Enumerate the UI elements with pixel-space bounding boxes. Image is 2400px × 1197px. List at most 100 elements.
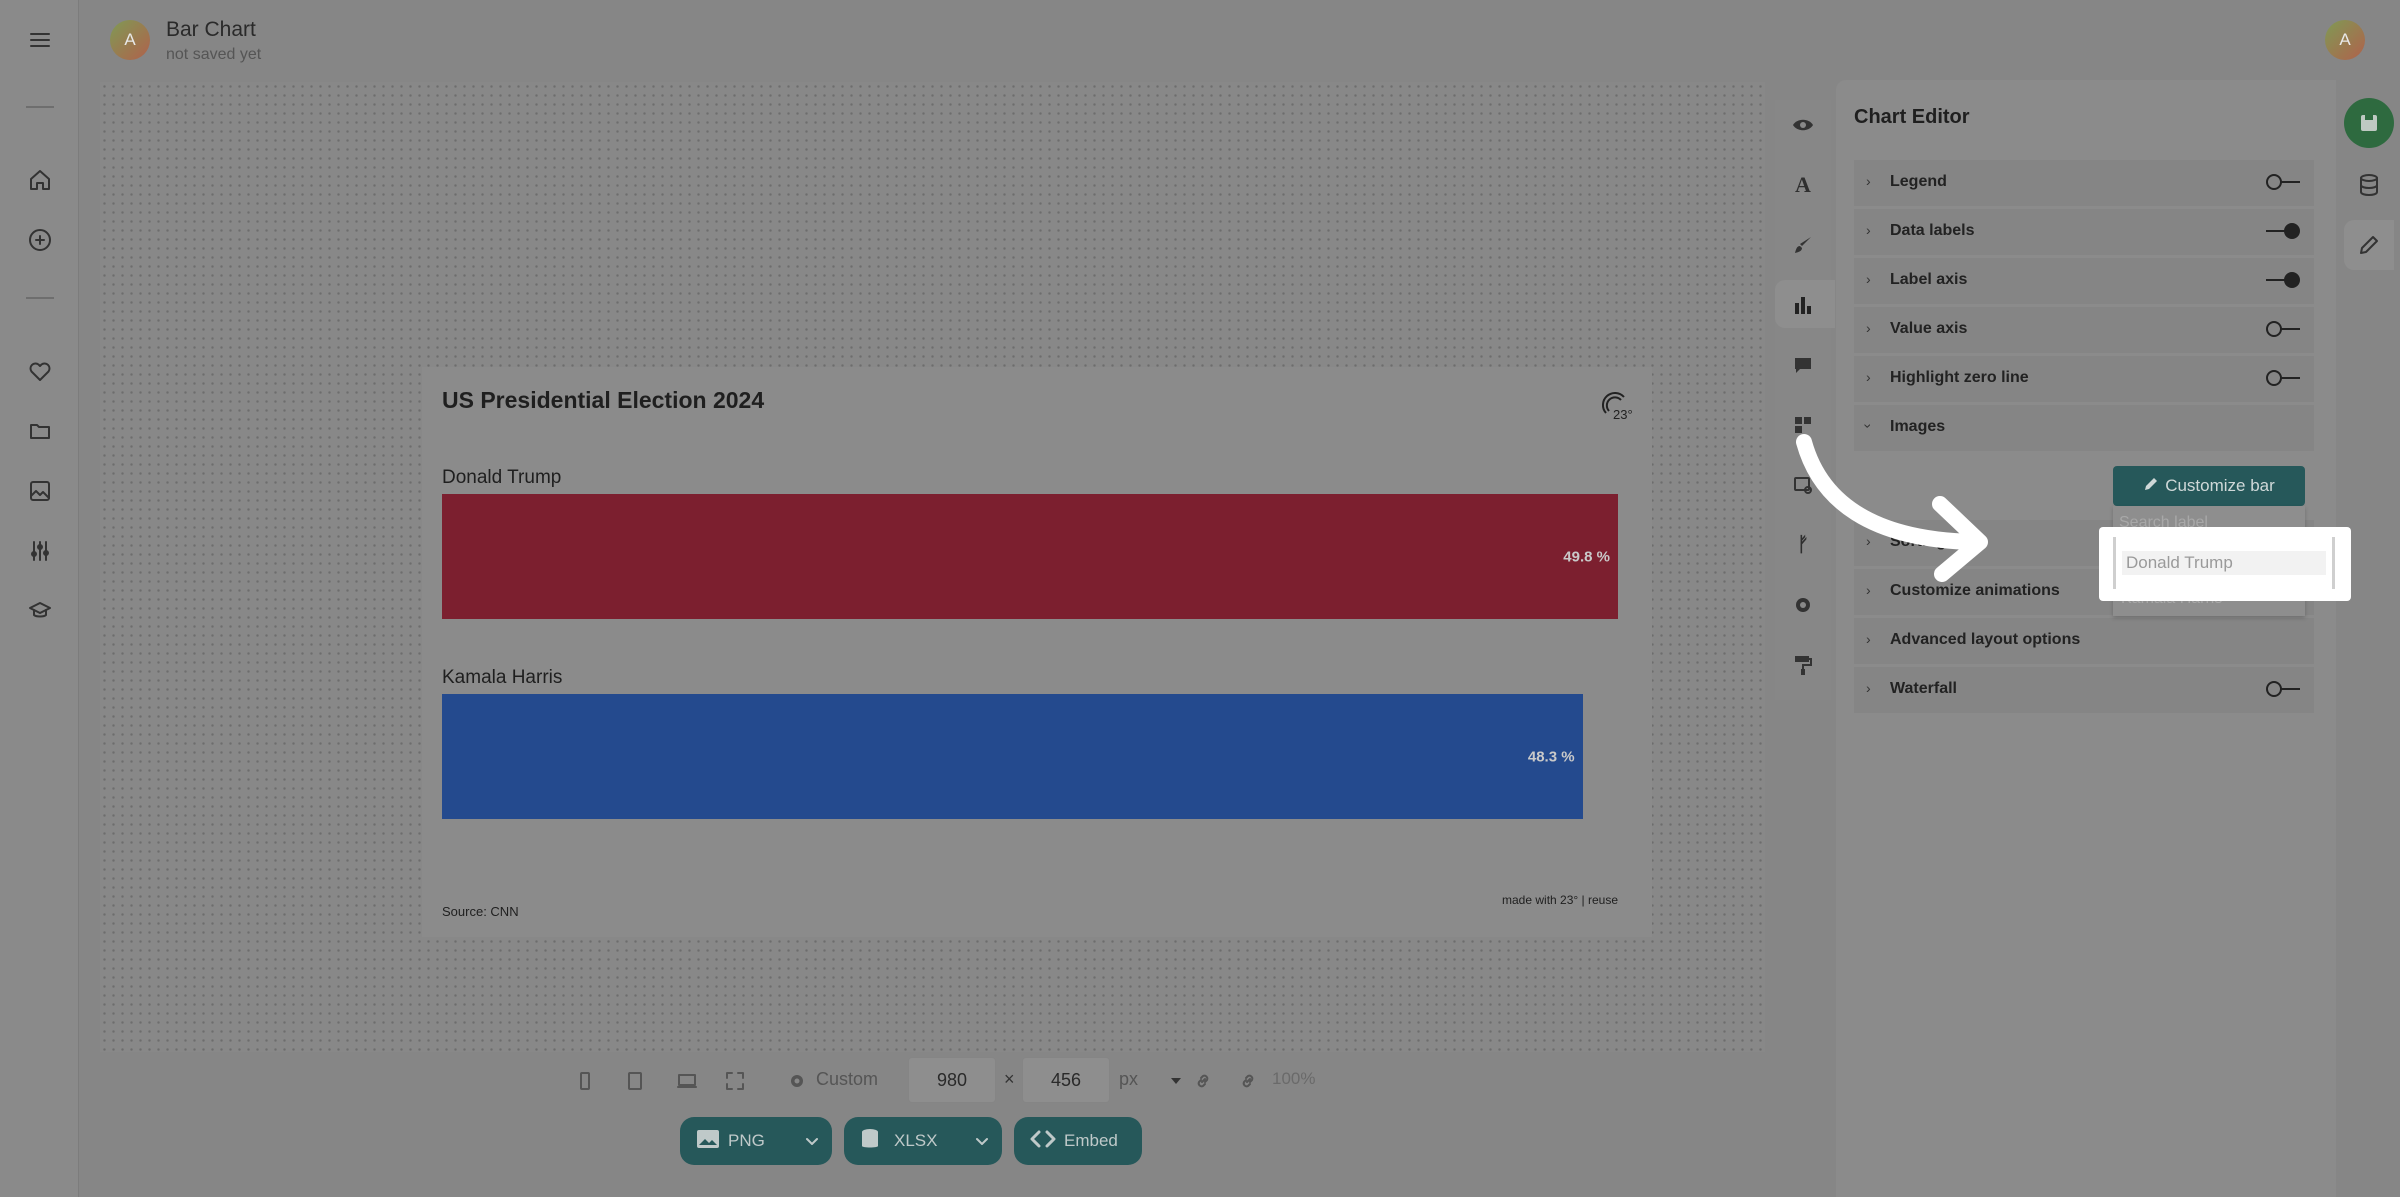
section-highlight-zero-line[interactable]: › Highlight zero line [1854,356,2314,404]
gear-icon[interactable] [1790,592,1816,618]
avatar-initial: A [124,30,136,49]
chevron-right-icon: › [1866,271,1871,287]
tablet-view-icon[interactable] [624,1070,646,1092]
width-input[interactable]: 980 [908,1057,996,1103]
section-label: Label axis [1890,271,1968,288]
section-legend[interactable]: › Legend [1854,160,2314,208]
chevron-right-icon: › [1866,369,1871,385]
folder-icon[interactable] [24,415,56,447]
project-avatar[interactable]: A [110,20,150,60]
embed-label: Embed [1064,1131,1118,1150]
brush-icon[interactable] [1790,232,1816,258]
section-label: Data labels [1890,222,1975,239]
chevron-down-icon: › [1860,423,1877,429]
comment-icon[interactable] [1790,352,1816,378]
section-data-labels[interactable]: › Data labels [1854,209,2314,257]
add-icon[interactable] [24,224,56,256]
chart-source: Source: CNN [442,904,519,919]
image-icon [696,1129,720,1154]
section-advanced-layout[interactable]: › Advanced layout options [1854,618,2314,666]
legend-toggle[interactable] [2266,173,2300,191]
chevron-right-icon: › [1866,222,1871,238]
size-preset[interactable]: Custom [816,1069,878,1090]
document-title[interactable]: Bar Chart [166,18,256,42]
gear-icon[interactable] [786,1070,808,1092]
pencil-icon[interactable] [2344,220,2394,270]
mobile-view-icon[interactable] [574,1070,596,1092]
chevron-right-icon: › [1866,320,1871,336]
typography-icon[interactable]: A [1790,172,1816,198]
bar[interactable]: 49.8 % [442,494,1618,619]
image-icon[interactable] [24,475,56,507]
value-axis-toggle[interactable] [2266,320,2300,338]
database-icon [860,1128,880,1155]
bar[interactable]: 48.3 % [442,694,1583,819]
section-waterfall[interactable]: › Waterfall [1854,667,2314,715]
user-avatar[interactable]: A [2325,20,2365,60]
desktop-view-icon[interactable] [676,1070,698,1092]
save-status: not saved yet [166,46,262,63]
lock-aspect-icon[interactable] [1237,1070,1259,1092]
section-label: Advanced layout options [1890,631,2081,648]
divider [26,106,54,108]
paint-roller-icon[interactable] [1790,652,1816,678]
section-value-axis[interactable]: › Value axis [1854,307,2314,355]
highlight-zero-line-toggle[interactable] [2266,369,2300,387]
link-icon[interactable] [1192,1070,1214,1092]
data-labels-toggle[interactable] [2266,222,2300,240]
section-label: Highlight zero line [1890,369,2029,386]
graduation-cap-icon[interactable] [24,595,56,627]
export-xlsx-button[interactable]: XLSX [844,1117,1002,1165]
export-png-button[interactable]: PNG [680,1117,832,1165]
avatar-initial: A [2339,30,2351,49]
made-with-link[interactable]: made with 23° | reuse [1502,893,1618,907]
pencil-icon [2143,476,2159,497]
bar-chart-icon[interactable] [1790,292,1816,318]
customize-bar-label: Customize bar [2165,476,2275,495]
height-input[interactable]: 456 [1022,1057,1110,1103]
chevron-down-icon[interactable] [804,1133,820,1154]
chart-title[interactable]: US Presidential Election 2024 [442,387,764,414]
dropdown-option-highlighted[interactable]: Donald Trump [2122,551,2326,575]
times-sign: × [1004,1069,1015,1089]
bar-label: Donald Trump [442,467,562,488]
highlighted-option-callout: Donald Trump [2099,527,2351,601]
chevron-right-icon: › [1866,680,1871,696]
panel-title: Chart Editor [1854,106,1970,128]
bar-value-label: 49.8 % [1563,548,1610,565]
menu-icon[interactable] [24,24,56,56]
logo-icon: 23° [1596,387,1634,423]
section-label: Legend [1890,173,1947,190]
unit-label: px [1119,1069,1139,1089]
fullscreen-icon[interactable] [724,1070,746,1092]
unit-dropdown-icon[interactable] [1165,1070,1187,1092]
tutorial-arrow-icon [1796,434,1988,582]
xlsx-label: XLSX [894,1131,938,1150]
customize-bar-button[interactable]: Customize bar [2113,466,2305,506]
zoom-level[interactable]: 100% [1272,1069,1315,1089]
sliders-icon[interactable] [24,535,56,567]
png-label: PNG [728,1131,765,1150]
save-button[interactable] [2344,98,2394,148]
divider [26,297,54,299]
home-icon[interactable] [24,164,56,196]
section-label: Waterfall [1890,680,1957,697]
left-sidebar [0,0,79,1197]
chart-editor-panel: Chart Editor › Legend › Data labels › La… [1836,80,2336,1197]
section-label-axis[interactable]: › Label axis [1854,258,2314,306]
embed-button[interactable]: Embed [1014,1117,1142,1165]
canvas: US Presidential Election 2024 23° Donald… [100,82,1765,1052]
option-field: Donald Trump [2113,537,2335,589]
code-icon [1030,1129,1056,1154]
label-axis-toggle[interactable] [2266,271,2300,289]
waterfall-toggle[interactable] [2266,680,2300,698]
section-label: Value axis [1890,320,1968,337]
bar-label: Kamala Harris [442,667,563,688]
database-icon[interactable] [2344,160,2394,210]
chevron-right-icon: › [1866,631,1871,647]
eye-icon[interactable] [1790,112,1816,138]
bar-value-label: 48.3 % [1527,748,1575,765]
chart-card[interactable]: US Presidential Election 2024 23° Donald… [422,367,1652,937]
heart-icon[interactable] [24,355,56,387]
chevron-down-icon[interactable] [974,1133,990,1154]
